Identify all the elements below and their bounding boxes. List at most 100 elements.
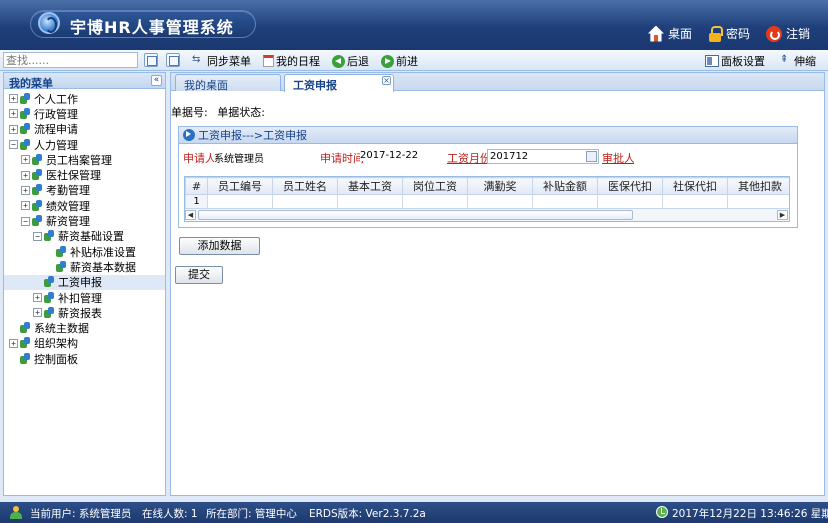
forward-button[interactable]: 前进	[381, 53, 418, 69]
menu-item-workflow[interactable]: + 流程申请	[4, 122, 165, 137]
expand-icon[interactable]: +	[21, 170, 30, 180]
close-icon[interactable]: ×	[382, 76, 391, 85]
panel-settings-label: 面板设置	[721, 55, 765, 68]
table-cell[interactable]	[337, 194, 403, 209]
table-cell[interactable]	[207, 194, 273, 209]
add-data-button[interactable]: 添加数据	[179, 237, 260, 255]
datetime: 2017年12月22日 13:46:26 星期五	[672, 508, 828, 520]
expand-icon[interactable]: +	[33, 308, 42, 318]
menu-item-salary[interactable]: − 薪资管理	[4, 213, 165, 228]
col-header[interactable]: 员工编号	[207, 177, 273, 195]
logo-icon	[38, 12, 60, 34]
password-link[interactable]: 密码	[708, 25, 750, 42]
menu-item-label: 薪资管理	[46, 215, 90, 229]
menu-item-label: 流程申请	[34, 123, 78, 137]
sidebar-header: 我的菜单 «	[4, 73, 165, 90]
menu-item-master-data[interactable]: 系统主数据	[4, 320, 165, 335]
submit-button[interactable]: 提交	[175, 266, 223, 284]
doc-status-label: 单据状态:	[217, 106, 265, 119]
collapse-node-icon[interactable]: −	[9, 140, 18, 150]
collapse-button[interactable]: 伸缩	[779, 53, 816, 69]
expand-icon[interactable]: +	[9, 124, 18, 134]
menu-item-hr[interactable]: − 人力管理	[4, 137, 165, 152]
expand-icon[interactable]: +	[21, 201, 30, 211]
sidebar-collapse-icon[interactable]: «	[151, 75, 162, 86]
expand-icon[interactable]: +	[9, 338, 18, 348]
collapse-node-icon[interactable]: −	[33, 231, 42, 241]
menu-item-label: 系统主数据	[34, 322, 89, 336]
menu-item-salary-declaration[interactable]: 工资申报	[4, 274, 165, 290]
menu-item-salary-basic-settings[interactable]: − 薪资基础设置	[4, 229, 165, 244]
table-row[interactable]: 1	[185, 194, 789, 209]
tab-salary-declaration[interactable]: 工资申报 ×	[284, 74, 394, 92]
tab-label: 工资申报	[293, 79, 337, 92]
scroll-left-icon[interactable]: ◀	[185, 210, 196, 220]
expand-icon[interactable]: +	[21, 185, 30, 195]
table-cell[interactable]	[727, 194, 789, 209]
node-icon	[31, 153, 43, 166]
table-cell[interactable]	[402, 194, 468, 209]
col-header[interactable]: 社保代扣	[662, 177, 728, 195]
salary-month-label[interactable]: 工资月份	[447, 150, 491, 166]
expand-icon[interactable]: +	[9, 109, 18, 119]
approver-label[interactable]: 审批人	[602, 150, 635, 166]
menu-item-deductions[interactable]: + 补扣管理	[4, 290, 165, 305]
menu-item-subsidy-standard[interactable]: 补贴标准设置	[4, 244, 165, 259]
collapse-node-icon[interactable]: −	[21, 216, 30, 226]
menu-item-org-structure[interactable]: + 组织架构	[4, 336, 165, 351]
menu-item-employee-records[interactable]: + 员工档案管理	[4, 152, 165, 167]
form-row: 申请人 系统管理员 申请时间 2017-12-22 工资月份 审批人	[179, 149, 797, 165]
menu-item-salary-base-data[interactable]: 薪资基本数据	[4, 259, 165, 274]
menu-item-label: 薪资基础设置	[58, 230, 124, 244]
sync-menu-button[interactable]: 同步菜单	[192, 53, 251, 69]
menu-item-insurance[interactable]: + 医社保管理	[4, 167, 165, 182]
table-cell[interactable]	[272, 194, 338, 209]
desktop-link[interactable]: 桌面	[647, 25, 692, 42]
menu-item-control-panel[interactable]: 控制面板	[4, 351, 165, 366]
menu-item-salary-reports[interactable]: + 薪资报表	[4, 305, 165, 320]
scroll-right-icon[interactable]: ▶	[777, 210, 788, 220]
menu-item-admin[interactable]: + 行政管理	[4, 106, 165, 121]
scroll-thumb[interactable]	[198, 210, 633, 220]
calendar-icon	[263, 55, 274, 67]
sync-icon	[192, 54, 205, 68]
col-header[interactable]: 员工姓名	[272, 177, 338, 195]
node-icon	[43, 276, 55, 288]
table-cell[interactable]	[467, 194, 533, 209]
menu-item-attendance[interactable]: + 考勤管理	[4, 183, 165, 198]
back-button[interactable]: 后退	[332, 53, 369, 69]
search-options-icon[interactable]	[144, 53, 158, 67]
node-icon	[31, 199, 43, 212]
col-header[interactable]: 满勤奖	[467, 177, 533, 195]
table-cell[interactable]	[532, 194, 598, 209]
node-icon	[31, 184, 43, 196]
logout-link[interactable]: 注销	[765, 25, 810, 42]
col-header[interactable]: 补贴金额	[532, 177, 598, 195]
tab-label: 我的桌面	[184, 79, 228, 92]
col-header[interactable]: 其他扣款	[727, 177, 789, 195]
toolbar-items: 同步菜单 我的日程 后退 前进	[192, 53, 418, 69]
my-schedule-button[interactable]: 我的日程	[263, 53, 320, 69]
expand-icon[interactable]: +	[33, 293, 42, 302]
menu-item-personal-work[interactable]: + 个人工作	[4, 91, 165, 106]
logout-link-label: 注销	[785, 27, 810, 41]
table-cell[interactable]	[597, 194, 663, 209]
col-header[interactable]: 医保代扣	[597, 177, 663, 195]
back-label: 后退	[347, 55, 369, 68]
expand-icon[interactable]: +	[9, 94, 18, 104]
horizontal-scrollbar[interactable]: ◀ ▶	[185, 208, 789, 221]
list-view-icon[interactable]	[166, 53, 180, 67]
panel-settings-button[interactable]: 面板设置	[705, 53, 765, 69]
col-header[interactable]: 岗位工资	[402, 177, 468, 195]
menu-item-performance[interactable]: + 绩效管理	[4, 198, 165, 213]
approver-field[interactable]	[634, 149, 744, 164]
password-link-label: 密码	[725, 27, 750, 41]
menu-search-input[interactable]	[3, 52, 138, 68]
expand-icon[interactable]: +	[21, 155, 30, 165]
calendar-picker-icon[interactable]	[586, 151, 597, 162]
salary-month-input[interactable]	[487, 149, 599, 164]
tab-my-desktop[interactable]: 我的桌面	[175, 74, 281, 92]
table-cell[interactable]	[662, 194, 728, 209]
forward-arrow-icon	[381, 54, 394, 68]
col-header[interactable]: 基本工资	[337, 177, 403, 195]
